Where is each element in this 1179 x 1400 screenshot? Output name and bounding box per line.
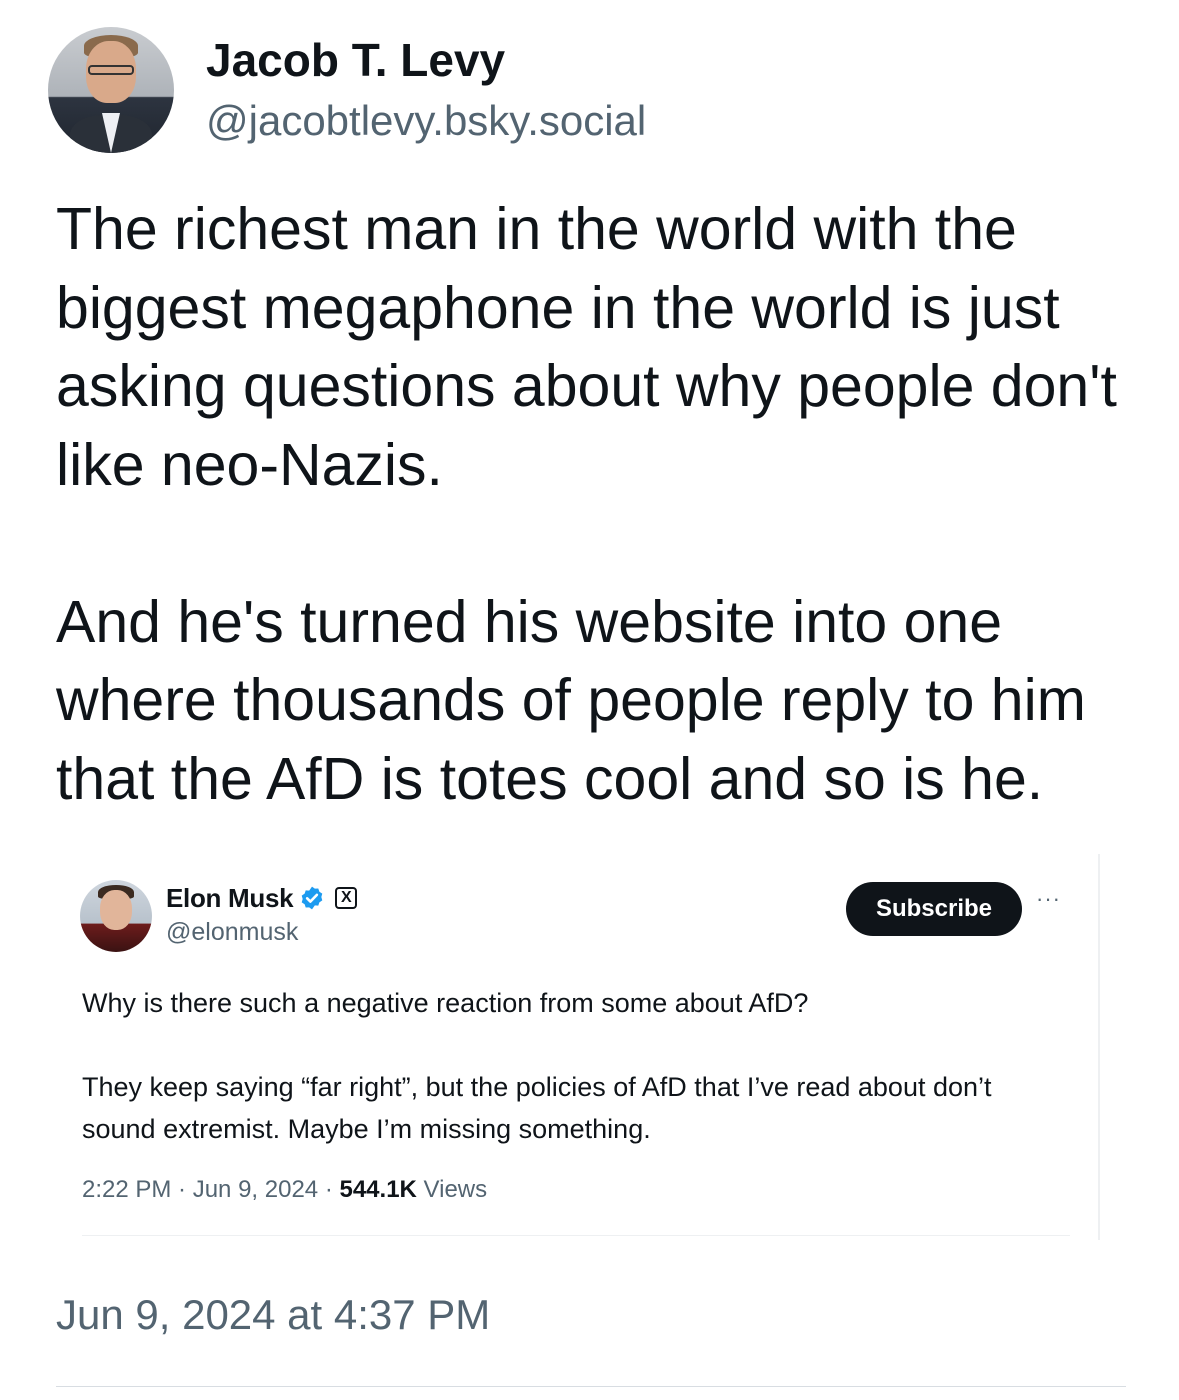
embed-name: Elon Musk [166,882,294,913]
verified-badge-icon [302,886,323,910]
author-handle[interactable]: @jacobtlevy.bsky.social [206,96,646,146]
embed-text-2: They keep saying “far right”, but the po… [82,1072,992,1144]
embed-avatar-face [100,890,132,930]
post-container: Jacob T. Levy @jacobtlevy.bsky.social Th… [0,0,1179,1400]
embed-name-row: Elon Musk X [166,882,358,914]
embed-text-1: Why is there such a negative reaction fr… [82,988,809,1018]
x-logo-icon: X [335,887,358,909]
avatar-glasses [88,65,134,75]
embed-meta: 2:22 PM · Jun 9, 2024 · 544.1K Views [82,1176,487,1204]
embed-views-label: Views [416,1176,488,1203]
post-paragraph-2: And he's turned his website into one whe… [56,588,1086,812]
embed-timestamp: 2:22 PM · Jun 9, 2024 · [82,1176,340,1203]
bottom-divider [56,1386,1126,1387]
post-body: The richest man in the world with the bi… [56,190,1146,818]
post-paragraph-1: The richest man in the world with the bi… [56,196,1117,498]
embed-post-text: Why is there such a negative reaction fr… [82,982,1072,1150]
more-options-icon: ··· [1036,886,1061,911]
subscribe-button: Subscribe [846,882,1022,936]
post-date[interactable]: Jun 9, 2024 at 4:37 PM [56,1290,490,1340]
embed-handle: @elonmusk [166,918,299,946]
author-name[interactable]: Jacob T. Levy [206,34,505,86]
embed-views-count: 544.1K [339,1176,417,1203]
embedded-screenshot[interactable]: Elon Musk X @elonmusk Subscribe ··· Why … [56,854,1100,1240]
author-avatar[interactable] [48,27,174,153]
embed-avatar [80,880,152,952]
embed-divider [82,1235,1070,1236]
